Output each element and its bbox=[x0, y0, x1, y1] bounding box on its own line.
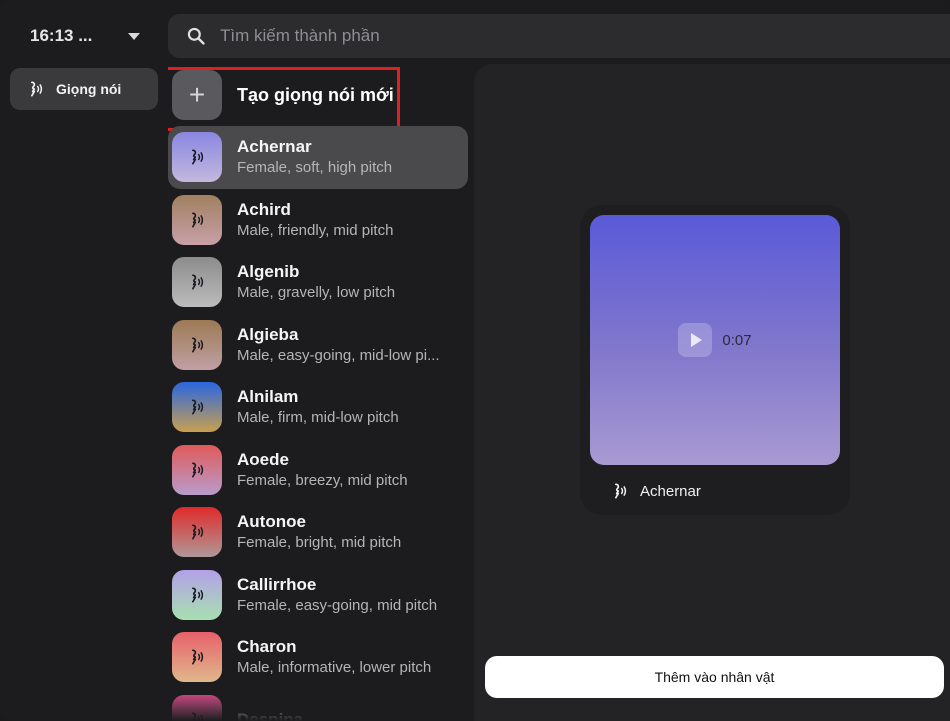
voice-text: Aoede Female, breezy, mid pitch bbox=[237, 449, 452, 491]
voice-description: Female, soft, high pitch bbox=[237, 159, 393, 177]
voice-description: Male, easy-going, mid-low pi... bbox=[237, 346, 440, 364]
voice-description: Male, friendly, mid pitch bbox=[237, 221, 394, 239]
voice-icon bbox=[615, 483, 627, 499]
voice-icon bbox=[192, 712, 204, 721]
voice-avatar bbox=[172, 507, 222, 558]
voice-name: Aoede bbox=[237, 449, 289, 469]
voice-list-item[interactable]: Algieba Male, easy-going, mid-low pi... bbox=[168, 314, 468, 377]
voice-list: + Tạo giọng nói mới Achernar Female, soft… bbox=[168, 64, 468, 721]
duration-label: 0:07 bbox=[722, 331, 752, 349]
voice-text: Alnilam Male, firm, mid-low pitch bbox=[237, 386, 452, 428]
preview-panel: 0:07 Achernar Thêm vào nhân vật bbox=[474, 64, 950, 721]
voice-avatar bbox=[172, 569, 222, 620]
voice-icon bbox=[31, 81, 43, 97]
voice-name: Charon bbox=[237, 637, 297, 657]
voice-list-item[interactable]: Alnilam Male, firm, mid-low pitch bbox=[168, 376, 468, 439]
voice-icon bbox=[192, 399, 204, 415]
voice-text: Charon Male, informative, lower pitch bbox=[237, 636, 452, 678]
voice-list-item[interactable]: Callirrhoe Female, easy-going, mid pitch bbox=[168, 564, 468, 627]
voice-list-item[interactable]: Charon Male, informative, lower pitch bbox=[168, 626, 468, 689]
voice-name: Algenib bbox=[237, 262, 300, 282]
voice-icon bbox=[192, 274, 204, 290]
voice-avatar bbox=[172, 194, 222, 245]
voice-text: Achernar Female, soft, high pitch bbox=[237, 136, 452, 178]
voice-avatar bbox=[172, 444, 222, 495]
voice-avatar bbox=[172, 632, 222, 683]
voice-text: Achird Male, friendly, mid pitch bbox=[237, 199, 452, 241]
search-bar[interactable] bbox=[168, 14, 950, 58]
add-to-character-button[interactable]: Thêm vào nhân vật bbox=[485, 656, 944, 698]
plus-icon: + bbox=[172, 70, 222, 120]
voice-list-item[interactable]: Aoede Female, breezy, mid pitch bbox=[168, 439, 468, 502]
create-voice-button[interactable]: + Tạo giọng nói mới bbox=[168, 64, 468, 131]
voice-text: Algieba Male, easy-going, mid-low pi... bbox=[237, 324, 452, 366]
category-voices[interactable]: Giọng nói bbox=[10, 68, 158, 110]
chevron-down-icon bbox=[128, 32, 140, 40]
voice-description: Female, easy-going, mid pitch bbox=[237, 596, 438, 614]
voice-text: Autonoe Female, bright, mid pitch bbox=[237, 511, 452, 553]
search-input[interactable] bbox=[218, 25, 822, 47]
voice-name: Callirrhoe bbox=[237, 574, 317, 594]
app-window: 16:13 ... Giọng nói + Tạo giọng nói mới … bbox=[0, 0, 950, 721]
voice-list-item[interactable]: Algenib Male, gravelly, low pitch bbox=[168, 251, 468, 314]
voice-name: Achernar bbox=[237, 137, 312, 157]
voice-list-item[interactable]: Despina bbox=[168, 689, 468, 721]
voice-name: Despina bbox=[237, 710, 304, 721]
voice-icon bbox=[192, 462, 204, 478]
play-icon bbox=[691, 333, 703, 347]
voice-name: Algieba bbox=[237, 324, 299, 344]
voice-name: Autonoe bbox=[237, 512, 306, 532]
voice-icon bbox=[192, 212, 204, 228]
voice-description: Male, gravelly, low pitch bbox=[237, 284, 396, 302]
voice-icon bbox=[192, 649, 204, 665]
voice-text: Algenib Male, gravelly, low pitch bbox=[237, 261, 452, 303]
voice-description: Female, breezy, mid pitch bbox=[237, 471, 408, 489]
time-selector[interactable]: 16:13 ... bbox=[14, 16, 154, 56]
voice-name: Achird bbox=[237, 199, 291, 219]
category-label: Giọng nói bbox=[56, 81, 122, 97]
preview-voice-name-row: Achernar bbox=[610, 481, 701, 501]
voice-preview-card: 0:07 Achernar bbox=[580, 205, 850, 515]
preview-voice-name: Achernar bbox=[640, 482, 701, 500]
voice-list-item[interactable]: Achird Male, friendly, mid pitch bbox=[168, 189, 468, 252]
voice-text: Despina bbox=[237, 709, 452, 721]
play-button[interactable] bbox=[678, 323, 713, 357]
create-voice-label: Tạo giọng nói mới bbox=[237, 84, 394, 105]
voice-avatar bbox=[172, 694, 222, 721]
voice-description: Female, bright, mid pitch bbox=[237, 534, 402, 552]
voice-icon bbox=[192, 524, 204, 540]
voice-description: Male, firm, mid-low pitch bbox=[237, 409, 399, 427]
voice-text: Callirrhoe Female, easy-going, mid pitch bbox=[237, 574, 452, 616]
search-icon bbox=[187, 27, 205, 45]
voice-name: Alnilam bbox=[237, 387, 299, 407]
voice-description: Male, informative, lower pitch bbox=[237, 659, 432, 677]
voice-avatar bbox=[172, 132, 222, 183]
voice-avatar bbox=[172, 319, 222, 370]
voice-icon bbox=[192, 149, 204, 165]
time-label: 16:13 ... bbox=[30, 26, 93, 45]
voice-list-item[interactable]: Autonoe Female, bright, mid pitch bbox=[168, 501, 468, 564]
voice-icon bbox=[192, 587, 204, 603]
voice-artwork: 0:07 bbox=[590, 215, 840, 465]
voice-list-item[interactable]: Achernar Female, soft, high pitch bbox=[168, 126, 468, 189]
voice-icon bbox=[192, 337, 204, 353]
voice-avatar bbox=[172, 382, 222, 433]
voice-avatar bbox=[172, 257, 222, 308]
